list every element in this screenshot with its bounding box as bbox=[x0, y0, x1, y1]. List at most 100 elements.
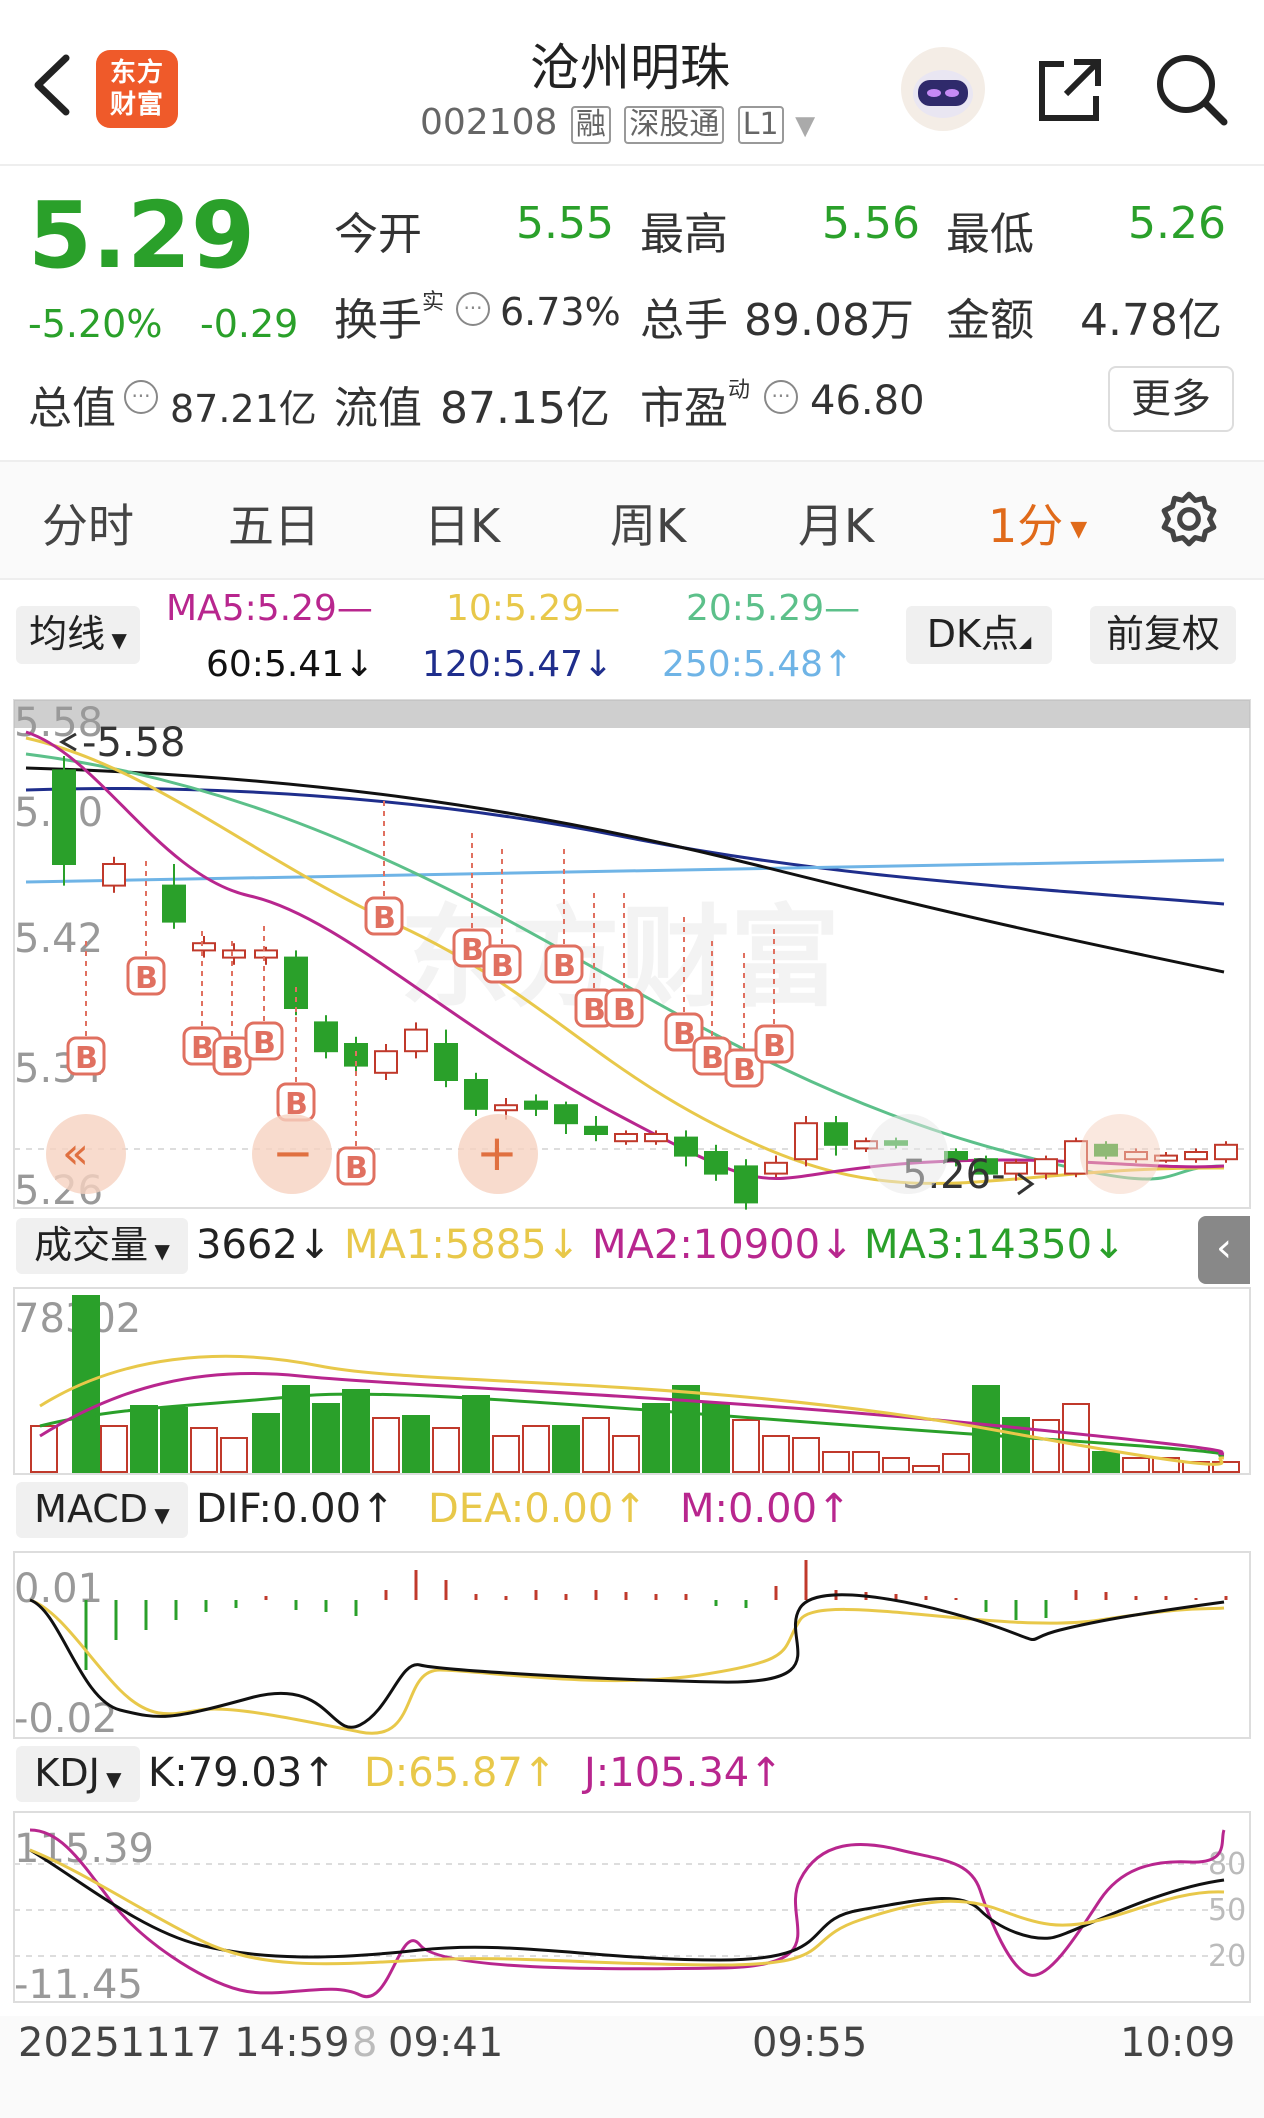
ma10-value: 10:5.29— bbox=[446, 588, 621, 629]
candle-body bbox=[764, 1161, 788, 1175]
candle-body bbox=[222, 949, 246, 959]
ma120-line bbox=[25, 787, 1225, 906]
volume-bar bbox=[642, 1403, 670, 1473]
amount-label: 金额 bbox=[946, 295, 1034, 346]
time-label-0941: 09:41 bbox=[388, 2020, 504, 2066]
collapse-panel-button[interactable]: ‹ bbox=[1198, 1216, 1250, 1284]
volume-ma3: MA3:14350↓ bbox=[864, 1222, 1126, 1268]
volume-label: 总手 bbox=[640, 295, 728, 346]
turnover-label: 换手实 bbox=[334, 290, 445, 346]
kdj-chart[interactable]: 115.39 -11.45 80 50 20 bbox=[0, 1810, 1264, 2010]
volume-bar bbox=[912, 1465, 940, 1473]
candle-body bbox=[614, 1133, 638, 1143]
back-arrow-icon[interactable] bbox=[28, 50, 78, 120]
kdj-level-20: 20 bbox=[1208, 1939, 1246, 1974]
volume-selector[interactable]: 成交量 ▼ bbox=[16, 1218, 188, 1274]
mktcap-info-icon[interactable]: ··· bbox=[124, 380, 158, 414]
volume-bar bbox=[402, 1415, 430, 1473]
volume-bar bbox=[552, 1425, 580, 1473]
amount-value: 4.78亿 bbox=[1080, 295, 1222, 346]
zoom-out-button[interactable]: − bbox=[252, 1114, 332, 1194]
buy-marker-label: B bbox=[733, 1053, 756, 1088]
prev-page-button[interactable]: « bbox=[46, 1114, 126, 1194]
buy-marker-label: B bbox=[701, 1041, 724, 1076]
settings-gear-icon[interactable] bbox=[1158, 488, 1220, 550]
kdj-j: J:105.34↑ bbox=[584, 1750, 783, 1796]
volume-bar bbox=[822, 1451, 850, 1473]
tab-five-day[interactable]: 五日 bbox=[228, 490, 320, 556]
margin-tag: 融 bbox=[570, 106, 611, 144]
buy-marker-label: B bbox=[373, 901, 396, 936]
top-nav-bar: 东方 财富 沧州明珠 002108 融 深股通 L1 ▼ bbox=[0, 0, 1264, 166]
kdj-level-80: 80 bbox=[1208, 1847, 1246, 1882]
current-price: 5.29 bbox=[28, 182, 255, 289]
macd-m: M:0.00↑ bbox=[680, 1486, 851, 1532]
pe-info-icon[interactable]: ··· bbox=[764, 380, 798, 414]
share-icon[interactable] bbox=[1030, 50, 1110, 130]
level-tag: L1 bbox=[737, 106, 784, 144]
candle-body bbox=[1034, 1158, 1058, 1175]
high-marker: -5.58 bbox=[82, 720, 186, 766]
ma-selector[interactable]: 均线 ▼ bbox=[16, 606, 140, 664]
adjust-button[interactable]: 前复权 bbox=[1090, 606, 1236, 664]
volume-bar bbox=[432, 1427, 460, 1473]
volume-bar bbox=[372, 1417, 400, 1473]
buy-marker-label: B bbox=[191, 1031, 214, 1066]
low-value: 5.26 bbox=[1128, 198, 1226, 249]
turnover-info-icon[interactable]: ··· bbox=[456, 292, 490, 326]
eastmoney-logo[interactable]: 东方 财富 bbox=[96, 50, 178, 128]
macd-dea: DEA:0.00↑ bbox=[428, 1486, 647, 1532]
time-label-start: 20251117 14:59 bbox=[18, 2020, 350, 2066]
latest-button[interactable] bbox=[1080, 1114, 1160, 1194]
ma60-value: 60:5.41↓ bbox=[206, 644, 375, 685]
robot-assistant-icon[interactable] bbox=[898, 44, 988, 134]
stock-code-line[interactable]: 002108 融 深股通 L1 ▼ bbox=[420, 102, 815, 144]
tab-intraday[interactable]: 分时 bbox=[42, 490, 134, 556]
candle-body bbox=[1214, 1143, 1238, 1161]
connect-tag: 深股通 bbox=[624, 106, 725, 144]
candle-body bbox=[1184, 1151, 1208, 1161]
buy-marker-label: B bbox=[613, 993, 636, 1028]
tab-daily-k[interactable]: 日K bbox=[424, 490, 500, 556]
search-icon[interactable] bbox=[1152, 50, 1232, 130]
tab-1min[interactable]: 1分 ▼ bbox=[988, 490, 1087, 556]
buy-marker-label: B bbox=[763, 1029, 786, 1064]
volume-bar bbox=[220, 1437, 248, 1473]
volume-bar bbox=[342, 1389, 370, 1473]
float-label: 流值 bbox=[334, 383, 422, 434]
buy-marker-label: B bbox=[491, 949, 514, 984]
period-tabs: 分时 五日 日K 周K 月K 1分 ▼ bbox=[0, 460, 1264, 580]
candle-body bbox=[404, 1028, 428, 1053]
candle-body bbox=[162, 884, 186, 923]
volume-bar bbox=[462, 1395, 490, 1473]
candle-body bbox=[374, 1050, 398, 1074]
more-button[interactable]: 更多 bbox=[1108, 366, 1234, 432]
tab-monthly-k[interactable]: 月K bbox=[798, 490, 874, 556]
kline-chart[interactable]: 东方财富 5.58 5.50 5.42 5.34 5.26 BBBBBBBBBB… bbox=[0, 696, 1264, 1216]
zoom-in-button[interactable]: + bbox=[458, 1114, 538, 1194]
volume-bar bbox=[100, 1425, 128, 1473]
next-page-button[interactable] bbox=[868, 1114, 948, 1194]
candle-body bbox=[584, 1125, 608, 1135]
volume-bar bbox=[492, 1435, 520, 1473]
dk-point-button[interactable]: DK点◢ bbox=[906, 606, 1052, 664]
macd-chart[interactable]: 0.01 -0.02 bbox=[0, 1550, 1264, 1740]
candle-body bbox=[794, 1122, 818, 1161]
volume-bar bbox=[582, 1417, 610, 1473]
volume-bar bbox=[942, 1453, 970, 1473]
volume-bar bbox=[190, 1427, 218, 1473]
volume-chart[interactable]: 78302 bbox=[0, 1286, 1264, 1476]
kdj-level-50: 50 bbox=[1208, 1893, 1246, 1928]
candle-body bbox=[434, 1043, 458, 1081]
ma5-value: MA5:5.29— bbox=[166, 588, 373, 629]
macd-selector[interactable]: MACD ▼ bbox=[16, 1482, 188, 1538]
volume-current: 3662↓ bbox=[196, 1222, 332, 1268]
dropdown-caret-icon[interactable]: ▼ bbox=[795, 111, 815, 141]
kdj-d: D:65.87↑ bbox=[364, 1750, 557, 1796]
buy-marker-label: B bbox=[221, 1041, 244, 1076]
kdj-y-bottom: -11.45 bbox=[14, 1962, 143, 2008]
candle-body bbox=[554, 1104, 578, 1125]
volume-ma2: MA2:10900↓ bbox=[592, 1222, 854, 1268]
tab-weekly-k[interactable]: 周K bbox=[610, 490, 686, 556]
kdj-selector[interactable]: KDJ ▼ bbox=[16, 1746, 140, 1802]
